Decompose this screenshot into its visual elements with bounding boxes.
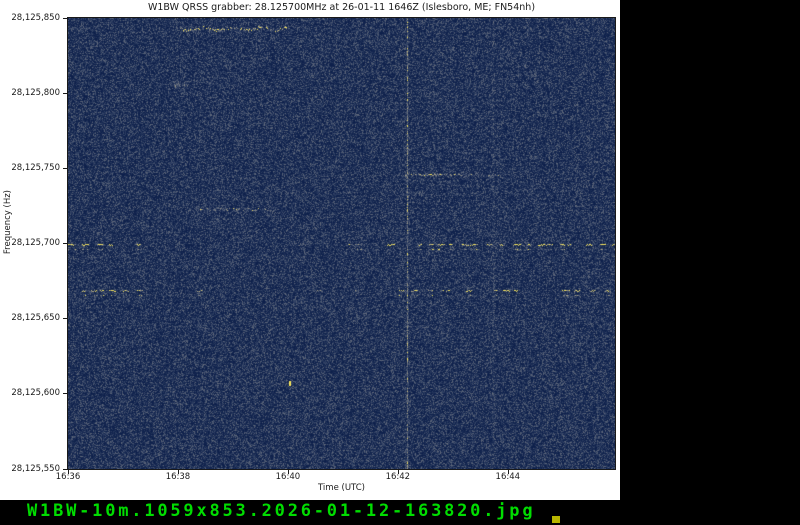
- y-tick-label: 28,125,700: [11, 238, 60, 248]
- spectrogram-canvas: [67, 17, 616, 470]
- y-tick-mark: [63, 167, 67, 169]
- x-tick-label: 16:44: [495, 472, 521, 482]
- x-tick-label: 16:40: [275, 472, 301, 482]
- text-cursor: [552, 516, 560, 523]
- y-tick-label: 28,125,650: [11, 313, 60, 324]
- y-tick-mark: [63, 393, 67, 395]
- x-tick-label: 16:42: [385, 472, 411, 482]
- image-filename-text: W1BW-10m.1059x853.2026-01-12-163820.jpg: [27, 501, 536, 521]
- y-tick-mark: [63, 17, 67, 19]
- viewer-status-bar: W1BW-10m.1059x853.2026-01-12-163820.jpg: [0, 500, 800, 525]
- x-tick-label: 16:38: [165, 472, 191, 482]
- x-tick-label: 16:36: [55, 472, 81, 482]
- y-tick-label: 28,125,600: [11, 388, 60, 399]
- y-tick-label: 28,125,750: [11, 162, 60, 173]
- y-tick-mark: [63, 243, 67, 244]
- y-tick-mark: [63, 468, 67, 470]
- qrss-grabber-figure: W1BW QRSS grabber: 28.125700MHz at 26-01…: [0, 0, 620, 500]
- image-viewer-screen: W1BW QRSS grabber: 28.125700MHz at 26-01…: [0, 0, 800, 525]
- y-tick-label: 28,125,850: [11, 12, 60, 23]
- y-tick-mark: [63, 318, 67, 320]
- y-tick-mark: [63, 92, 67, 94]
- x-axis-label: Time (UTC): [318, 483, 365, 493]
- y-tick-label: 28,125,800: [11, 87, 60, 98]
- chart-title: W1BW QRSS grabber: 28.125700MHz at 26-01…: [147, 2, 536, 13]
